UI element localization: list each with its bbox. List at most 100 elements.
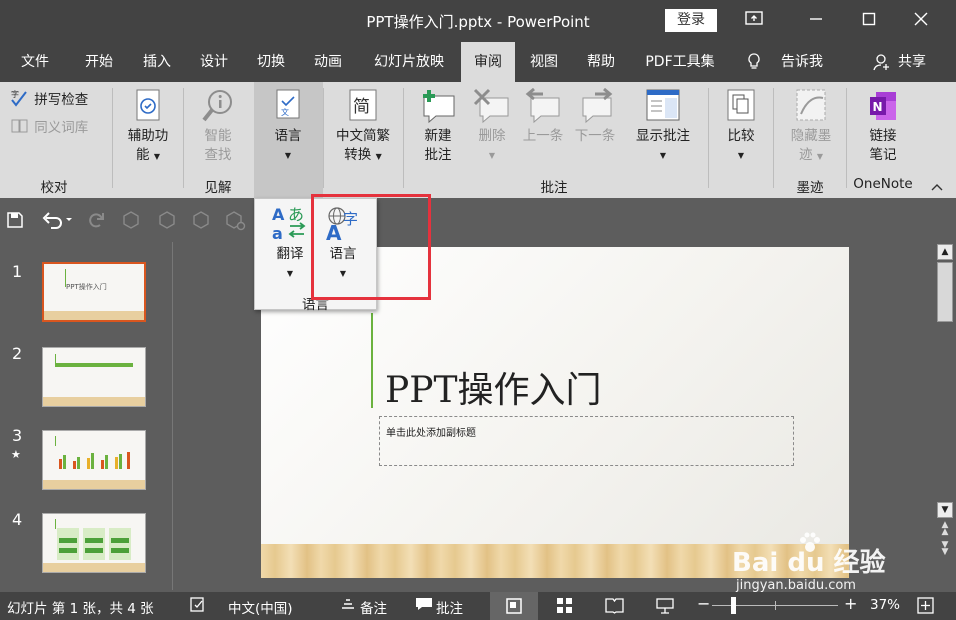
zoom-level[interactable]: 37% [870, 597, 900, 613]
smart-lookup-button[interactable]: 智能 查找 [190, 88, 246, 165]
subtitle-placeholder[interactable]: 单击此处添加副标题 [379, 416, 794, 466]
shape-icon[interactable] [192, 211, 210, 233]
slide-thumbnail-4[interactable] [42, 513, 146, 573]
share-button[interactable]: 共享 [895, 42, 929, 82]
new-comment-button[interactable]: 新建 批注 [411, 88, 465, 165]
tab-view[interactable]: 视图 [517, 42, 571, 82]
zoom-out-icon[interactable]: − [697, 594, 710, 613]
delete-comment-label: 删除 [478, 128, 506, 144]
bar [127, 452, 130, 469]
floor [43, 397, 145, 406]
baidu-watermark: Bai du 经验 jingyan.baidu.com [732, 532, 886, 593]
compare-button[interactable]: 比较 ▼ [716, 88, 766, 165]
slide-thumbnail-pane: 1 PPT操作入门 2 3 ★ 4 [0, 242, 172, 592]
scroll-up-icon[interactable]: ▲ [937, 244, 953, 260]
tab-slideshow[interactable]: 幻灯片放映 [362, 42, 456, 82]
chinese-conversion-label-2: 转换 [344, 147, 372, 163]
maximize-icon[interactable] [856, 8, 882, 34]
accessibility-check-icon[interactable] [189, 596, 207, 618]
tell-me-search[interactable]: 告诉我 [772, 42, 832, 82]
fit-slide-icon[interactable] [917, 597, 934, 618]
chevron-down-icon: ▼ [488, 151, 496, 160]
accessibility-label-1: 辅助功 [127, 128, 169, 144]
svg-text:a: a [272, 224, 283, 242]
svg-text:简: 简 [353, 97, 370, 117]
share-person-icon[interactable] [870, 42, 894, 82]
language-button[interactable]: 文 语言 ▼ [257, 88, 319, 165]
zoom-slider-center-tick [775, 601, 776, 610]
thesaurus-button[interactable]: 同义词库 [10, 118, 88, 138]
slideshow-icon[interactable] [656, 597, 674, 618]
chinese-conversion-button[interactable]: 简 中文简繁 转换 ▼ [328, 88, 398, 166]
accent-line [55, 354, 56, 366]
scroll-down-icon[interactable]: ▼ [937, 502, 953, 518]
linked-notes-button[interactable]: N 链接 笔记 [853, 88, 913, 165]
magnifier-info-icon [202, 90, 232, 122]
previous-slide-icon[interactable]: ▲ ▲ [937, 521, 953, 537]
undo-icon[interactable] [42, 210, 74, 234]
lightbulb-icon[interactable] [744, 42, 764, 82]
svg-text:文: 文 [281, 107, 289, 117]
bar [59, 459, 62, 469]
tab-file[interactable]: 文件 [8, 42, 62, 82]
notes-icon[interactable] [340, 596, 356, 616]
spell-check-button[interactable]: 字 拼写检查 [10, 89, 88, 110]
ribbon-display-options-icon[interactable] [741, 8, 767, 34]
animation-star-icon: ★ [11, 448, 21, 461]
previous-comment-button[interactable]: 上一条 [518, 88, 568, 146]
comments-button[interactable]: 批注 [436, 597, 463, 617]
bar [85, 538, 103, 543]
slide-title[interactable]: PPT操作入门 [385, 361, 601, 413]
accessibility-button[interactable]: 辅助功 能 ▼ [118, 88, 178, 166]
slide-thumbnail-3[interactable] [42, 430, 146, 490]
group-divider [403, 88, 404, 188]
login-button[interactable]: 登录 [665, 9, 717, 32]
collapse-ribbon-icon[interactable] [930, 180, 946, 194]
tab-pdf-tools[interactable]: PDF工具集 [636, 42, 724, 82]
zoom-in-icon[interactable]: + [844, 594, 857, 613]
language-status[interactable]: 中文(中国) [228, 597, 293, 617]
next-comment-label: 下一条 [574, 128, 616, 144]
hide-ink-button[interactable]: 隐藏墨 迹 ▼ [782, 88, 840, 166]
save-icon[interactable] [6, 211, 24, 233]
smart-lookup-label-1: 智能 [204, 128, 232, 144]
shape-icon[interactable] [122, 211, 140, 233]
reading-view-icon[interactable] [605, 597, 624, 618]
group-divider [323, 88, 324, 188]
show-comments-label: 显示批注 [636, 128, 690, 144]
comments-icon[interactable] [415, 596, 433, 616]
bar [59, 548, 77, 553]
shape-settings-icon[interactable] [226, 211, 246, 235]
group-ink-label: 墨迹 [796, 180, 824, 196]
redo-icon[interactable] [88, 211, 106, 233]
chevron-down-icon: ▼ [816, 152, 823, 161]
spell-check-label: 拼写检查 [34, 92, 89, 108]
zoom-slider-thumb[interactable] [731, 597, 736, 614]
slide-counter: 幻灯片 第 1 张，共 4 张 [7, 601, 154, 617]
tab-transitions[interactable]: 切换 [244, 42, 298, 82]
slide-thumbnail-1[interactable]: PPT操作入门 [42, 262, 146, 322]
tab-animations[interactable]: 动画 [301, 42, 355, 82]
normal-view-button[interactable] [490, 592, 538, 620]
tab-insert[interactable]: 插入 [130, 42, 184, 82]
show-comments-button[interactable]: 显示批注 ▼ [630, 88, 696, 165]
slide-number: 2 [12, 344, 23, 363]
previous-comment-label: 上一条 [522, 128, 564, 144]
slide-thumbnail-2[interactable] [42, 347, 146, 407]
next-slide-icon[interactable]: ▼ ▼ [937, 541, 953, 557]
tab-review[interactable]: 审阅 [461, 42, 515, 82]
slide-sorter-icon[interactable] [556, 597, 573, 618]
minimize-icon[interactable] [803, 8, 829, 34]
scroll-thumb[interactable] [937, 262, 953, 322]
next-comment-button[interactable]: 下一条 [570, 88, 620, 146]
notes-button[interactable]: 备注 [360, 597, 387, 617]
shape-icon[interactable] [158, 211, 176, 233]
accessibility-label-2: 能 [136, 147, 150, 163]
tab-help[interactable]: 帮助 [574, 42, 628, 82]
translate-button[interactable]: A あ a 翻译 ▼ [265, 204, 315, 283]
close-icon[interactable] [908, 8, 934, 34]
vertical-scrollbar[interactable]: ▲ ▼ ▲ ▲ ▼ ▼ [933, 242, 956, 592]
tab-design[interactable]: 设计 [187, 42, 241, 82]
delete-comment-button[interactable]: 删除 ▼ [469, 88, 515, 165]
tab-home[interactable]: 开始 [72, 42, 126, 82]
